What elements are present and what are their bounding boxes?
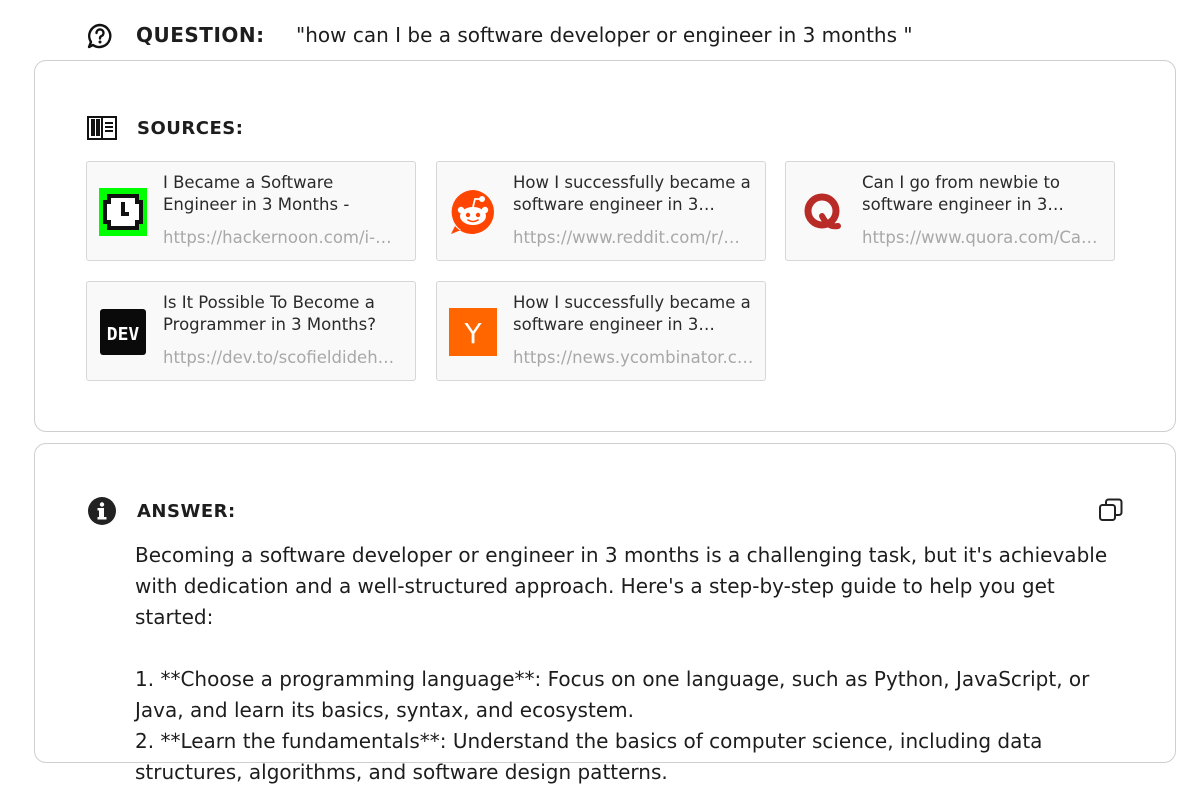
question-bubble-icon	[86, 22, 114, 50]
source-url[interactable]: https://hackernoon.com/i-…	[163, 228, 408, 247]
quora-logo-icon	[798, 188, 846, 236]
source-title[interactable]: Can I go from newbie to software enginee…	[862, 172, 1107, 216]
source-card-reddit[interactable]: How I successfully became a software eng…	[436, 161, 766, 261]
svg-text:Y: Y	[463, 317, 482, 350]
sources-header: SOURCES:	[87, 113, 243, 143]
source-url[interactable]: https://www.quora.com/Ca…	[862, 228, 1107, 247]
sources-panel: SOURCES: I Became a Software Engineer in…	[34, 60, 1176, 432]
source-card-hackernoon[interactable]: I Became a Software Engineer in 3 Months…	[86, 161, 416, 261]
hackernoon-logo-icon	[99, 188, 147, 236]
source-url[interactable]: https://dev.to/scofieldideh…	[163, 348, 408, 367]
source-card-dev[interactable]: DEV Is It Possible To Become a Programme…	[86, 281, 416, 381]
answer-list-item: 2. **Learn the fundamentals**: Understan…	[135, 729, 1043, 784]
book-icon	[87, 113, 117, 143]
source-card-quora[interactable]: Can I go from newbie to software enginee…	[785, 161, 1115, 261]
dev-logo-icon: DEV	[99, 308, 147, 356]
question-row: QUESTION: "how can I be a software devel…	[86, 18, 913, 54]
answer-spacer	[135, 633, 1125, 664]
source-title[interactable]: How I successfully became a software eng…	[513, 292, 758, 336]
question-label: QUESTION:	[136, 23, 265, 47]
svg-text:DEV: DEV	[107, 324, 140, 345]
source-card-ycombinator[interactable]: Y How I successfully became a software e…	[436, 281, 766, 381]
source-url[interactable]: https://www.reddit.com/r/…	[513, 228, 758, 247]
answer-panel: ANSWER: Becoming a software developer or…	[34, 443, 1176, 784]
info-icon	[87, 496, 117, 526]
source-title[interactable]: How I successfully became a software eng…	[513, 172, 758, 216]
question-text: "how can I be a software developer or en…	[296, 23, 913, 47]
answer-text: Becoming a software developer or enginee…	[135, 540, 1125, 788]
source-url[interactable]: https://news.ycombinator.c…	[513, 348, 758, 367]
answer-paragraph: Becoming a software developer or enginee…	[135, 543, 1108, 629]
source-title[interactable]: Is It Possible To Become a Programmer in…	[163, 292, 408, 336]
ycombinator-logo-icon: Y	[449, 308, 497, 356]
copy-icon	[1098, 497, 1124, 527]
source-title[interactable]: I Became a Software Engineer in 3 Months…	[163, 172, 408, 216]
sources-label: SOURCES:	[137, 117, 244, 139]
reddit-logo-icon	[449, 188, 497, 236]
answer-header: ANSWER:	[87, 496, 236, 526]
copy-button[interactable]	[1097, 498, 1125, 526]
answer-label: ANSWER:	[137, 500, 236, 522]
answer-list-item: 1. **Choose a programming language**: Fo…	[135, 667, 1090, 722]
